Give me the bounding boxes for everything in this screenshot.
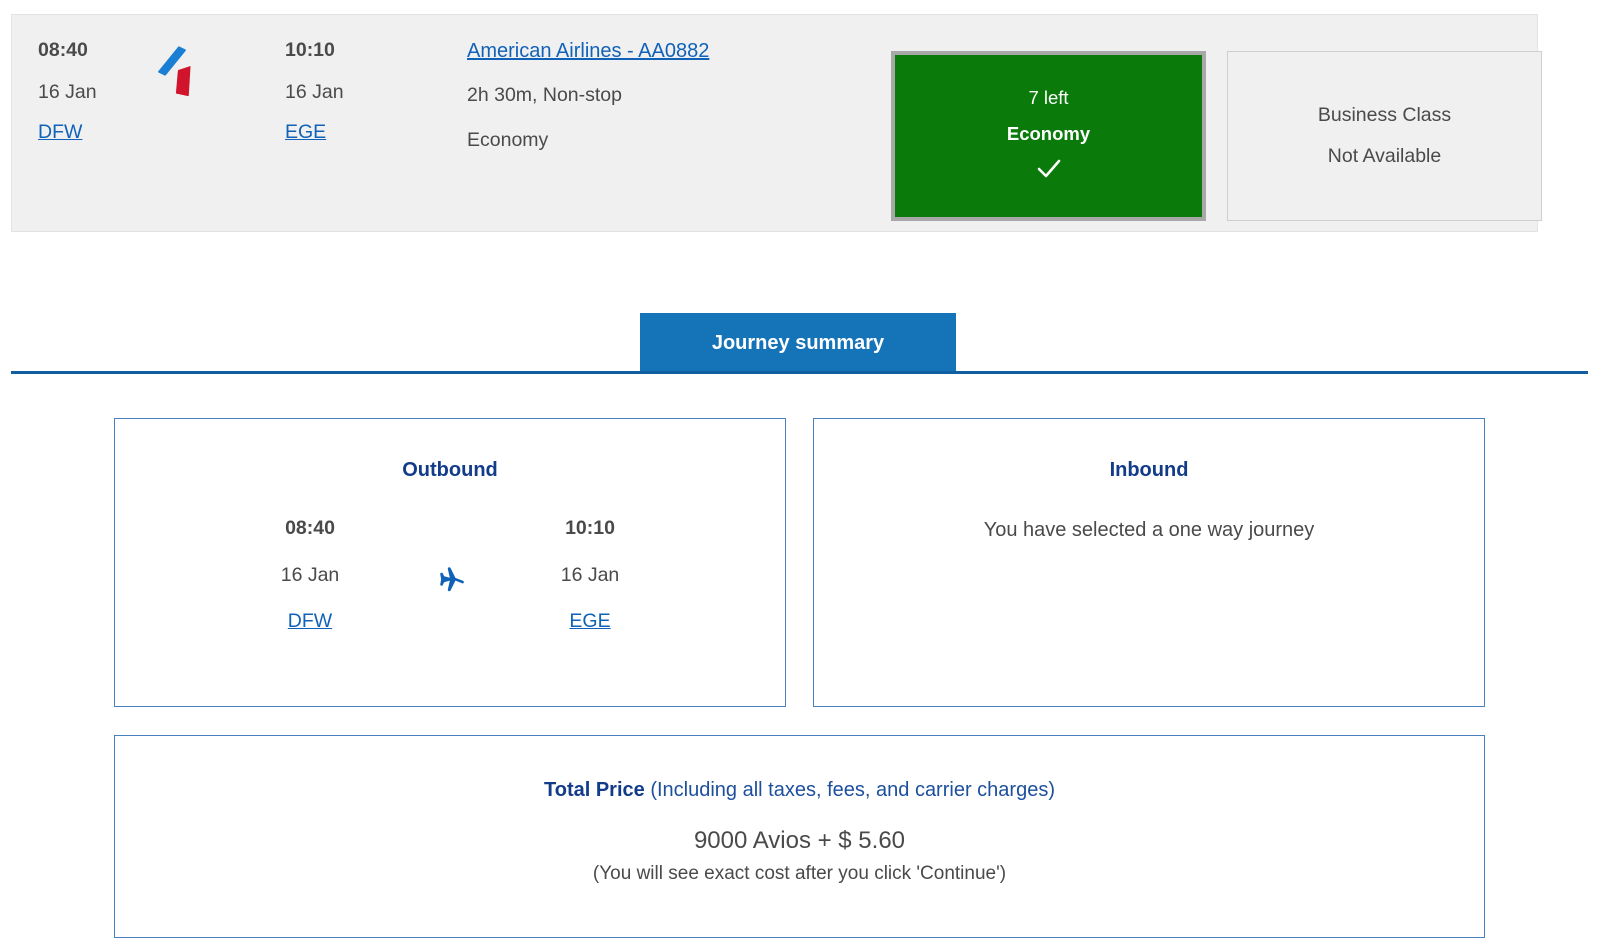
inbound-panel: Inbound You have selected a one way jour… bbox=[813, 418, 1485, 707]
arrival-airport-link[interactable]: EGE bbox=[285, 121, 326, 143]
departure-date: 16 Jan bbox=[38, 83, 158, 103]
outbound-departure-block: 08:40 16 Jan DFW bbox=[220, 519, 400, 632]
business-cabin-label: Business Class bbox=[1318, 106, 1451, 126]
aa-logo-red-wedge bbox=[173, 64, 195, 97]
outbound-heading: Outbound bbox=[115, 460, 785, 480]
outbound-arrival-time: 10:10 bbox=[500, 519, 680, 539]
outbound-arrival-date: 16 Jan bbox=[500, 566, 680, 586]
outbound-departure-time: 08:40 bbox=[220, 519, 400, 539]
checkmark-icon bbox=[1036, 158, 1062, 184]
flight-result-row: 08:40 16 Jan DFW 10:10 16 Jan EGE Americ… bbox=[11, 14, 1538, 232]
tab-underline-rule bbox=[11, 371, 1588, 374]
page-root: 08:40 16 Jan DFW 10:10 16 Jan EGE Americ… bbox=[0, 0, 1600, 952]
inbound-heading: Inbound bbox=[814, 460, 1484, 480]
total-price-panel: Total Price (Including all taxes, fees, … bbox=[114, 735, 1485, 938]
fare-cell-business: Business Class Not Available bbox=[1227, 51, 1542, 221]
outbound-departure-date: 16 Jan bbox=[220, 566, 400, 586]
departure-airport-link[interactable]: DFW bbox=[38, 121, 82, 143]
arrival-date: 16 Jan bbox=[285, 83, 415, 103]
total-price-note: (You will see exact cost after you click… bbox=[115, 864, 1484, 883]
outbound-segment: 08:40 16 Jan DFW 10:10 16 Jan EGE bbox=[115, 519, 785, 632]
total-price-sublabel: (Including all taxes, fees, and carrier … bbox=[645, 779, 1055, 801]
business-availability: Not Available bbox=[1328, 147, 1441, 167]
departure-block: 08:40 16 Jan DFW bbox=[38, 41, 158, 143]
tab-journey-summary-label: Journey summary bbox=[712, 333, 884, 353]
total-price-amount: 9000 Avios + $ 5.60 bbox=[115, 829, 1484, 853]
outbound-departure-airport-link[interactable]: DFW bbox=[288, 610, 332, 632]
arrival-time: 10:10 bbox=[285, 41, 415, 61]
flight-details-block: American Airlines - AA0882 2h 30m, Non-s… bbox=[467, 41, 867, 150]
departure-time: 08:40 bbox=[38, 41, 158, 61]
flight-duration: 2h 30m, Non-stop bbox=[467, 86, 867, 106]
inbound-note: You have selected a one way journey bbox=[814, 520, 1484, 540]
outbound-arrival-block: 10:10 16 Jan EGE bbox=[500, 519, 680, 632]
tab-journey-summary[interactable]: Journey summary bbox=[640, 313, 956, 372]
total-price-title: Total Price (Including all taxes, fees, … bbox=[115, 780, 1484, 800]
airline-flight-number-link[interactable]: American Airlines - AA0882 bbox=[467, 41, 867, 61]
arrival-block: 10:10 16 Jan EGE bbox=[285, 41, 415, 143]
fare-cell-economy[interactable]: 7 left Economy bbox=[891, 51, 1206, 221]
total-price-label: Total Price bbox=[544, 779, 645, 801]
american-airlines-logo bbox=[160, 43, 230, 103]
economy-cabin-label: Economy bbox=[1007, 125, 1090, 144]
economy-seats-left: 7 left bbox=[1028, 89, 1068, 108]
outbound-panel: Outbound 08:40 16 Jan DFW 10:10 16 Jan E… bbox=[114, 418, 786, 707]
flight-cabin: Economy bbox=[467, 131, 867, 151]
airplane-icon bbox=[400, 519, 500, 597]
outbound-arrival-airport-link[interactable]: EGE bbox=[569, 610, 610, 632]
